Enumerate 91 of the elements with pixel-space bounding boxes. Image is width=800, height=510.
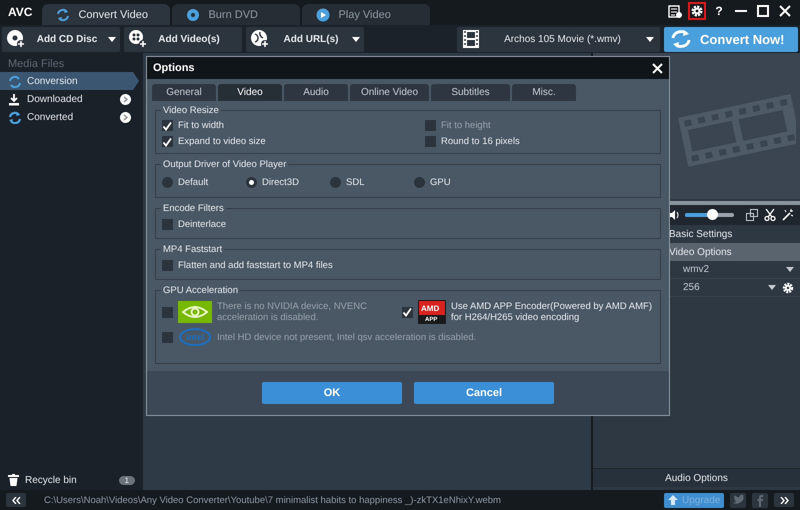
add-button[interactable]: Add Video(s) [124, 26, 242, 52]
close-icon[interactable] [652, 62, 663, 74]
group-title: Video Resize [162, 105, 220, 116]
tab[interactable]: Online Video [350, 84, 429, 101]
sidebar-item[interactable]: Downloaded [0, 90, 139, 108]
caret-icon [646, 36, 654, 42]
group-title: Output Driver of Video Player [162, 159, 288, 170]
eye-logo-icon [178, 301, 212, 323]
checkbox[interactable] [162, 219, 173, 230]
disc-add-icon [6, 29, 26, 49]
minimize-icon [735, 10, 747, 12]
settings-icon [690, 4, 704, 18]
recycle-bin-item[interactable]: Recycle bin 1 [0, 470, 143, 490]
download-icon [8, 92, 21, 106]
arrow-circle-icon[interactable] [120, 112, 131, 122]
tab[interactable]: Subtitles [431, 84, 510, 101]
arrow-circle-icon[interactable] [120, 94, 131, 104]
section-header: Media Files [7, 57, 66, 72]
dialog-title: Options [153, 62, 195, 74]
film-icon [463, 30, 479, 48]
magic-wand-icon[interactable] [782, 209, 794, 221]
scissors-icon[interactable] [764, 209, 776, 221]
audio-options-header[interactable]: Audio Options [593, 468, 800, 487]
group-title: Encode Filters [162, 203, 225, 214]
refresh-icon [56, 8, 70, 22]
option-label: Intel HD device not present, Intel qsv acceleration is disabled. [217, 332, 476, 342]
option-label: Default [178, 177, 208, 188]
checkbox[interactable] [402, 306, 413, 318]
option-label: SDL [346, 177, 364, 188]
group-title: MP4 Faststart [162, 244, 224, 255]
close-icon [778, 4, 792, 18]
tab[interactable]: Audio [284, 84, 348, 101]
add-button[interactable]: Add CD Disc [2, 26, 120, 52]
option-label: Use AMD APP Encoder(Powered by AMD AMF) for H264/H265 video encoding [451, 301, 653, 323]
refresh-icon [670, 29, 692, 49]
globe-add-icon [250, 29, 270, 49]
slider-thumb[interactable] [706, 209, 718, 220]
double-chevron-icon [780, 496, 788, 504]
app-logo: AVC [7, 5, 34, 21]
list-icon [668, 4, 682, 18]
caret-icon [768, 285, 776, 290]
up-arrow-icon [668, 495, 678, 505]
sidebar-item[interactable]: Converted [0, 108, 139, 126]
facebook-button[interactable] [752, 492, 768, 508]
maximize-icon [756, 4, 770, 18]
film-add-icon [128, 29, 148, 49]
maximize-button[interactable] [754, 2, 772, 20]
count-badge: 1 [118, 476, 135, 484]
option-label: Fit to width [178, 120, 224, 131]
radio-button[interactable] [246, 177, 257, 188]
profile-dropdown[interactable]: Archos 105 Movie (*.wmv) [457, 26, 660, 52]
radio-button[interactable] [162, 177, 173, 188]
tab[interactable]: Misc. [512, 84, 576, 101]
file-path: C:\Users\Noah\Videos\Any Video Converter\Youtube\7 minimalist habits to happiness _)-zkTX1eNhixY.webm [43, 494, 502, 506]
radio-button[interactable] [414, 177, 425, 188]
settings-icon[interactable] [782, 282, 794, 294]
settings-button[interactable] [688, 2, 706, 20]
option-label: There is no NVIDIA device, NVENC acceleration is disabled. [217, 301, 368, 323]
option-label: GPU [430, 177, 451, 188]
refresh-icon [8, 74, 21, 88]
add-button[interactable]: Add URL(s) [246, 26, 364, 52]
sidebar-item[interactable]: Conversion [0, 72, 139, 90]
radio-button[interactable] [330, 177, 341, 188]
copy-icon[interactable] [746, 209, 758, 221]
play-icon [316, 8, 330, 22]
trash-icon [8, 474, 19, 486]
checkbox[interactable] [162, 120, 173, 131]
refresh-icon [8, 110, 21, 124]
oval-logo-icon: intel [178, 327, 212, 347]
double-chevron-icon [12, 496, 20, 504]
group-title: GPU Acceleration [162, 285, 239, 296]
option-label: Fit to height [441, 120, 491, 131]
checkbox[interactable] [425, 136, 436, 147]
option-label: Expand to video size [178, 136, 266, 147]
option-label: Flatten and add faststart to MP4 files [178, 260, 333, 271]
checkbox[interactable] [162, 136, 173, 147]
tab[interactable]: Play Video [302, 4, 430, 25]
option-label: Deinterlace [178, 219, 226, 230]
tab[interactable]: Video [218, 84, 282, 101]
tab[interactable]: Burn DVD [172, 4, 300, 25]
help-button[interactable]: ? [710, 2, 728, 20]
collapse-button[interactable] [6, 493, 26, 507]
disc-icon [186, 8, 200, 22]
option-label: Round to 16 pixels [441, 136, 520, 147]
tab[interactable]: General [152, 84, 216, 101]
caret-icon [786, 267, 794, 272]
expand-button[interactable] [774, 493, 794, 507]
bird-button[interactable] [730, 492, 746, 508]
checkbox[interactable] [162, 260, 173, 271]
option-label: Direct3D [262, 177, 299, 188]
tab[interactable]: Convert Video [42, 4, 170, 25]
